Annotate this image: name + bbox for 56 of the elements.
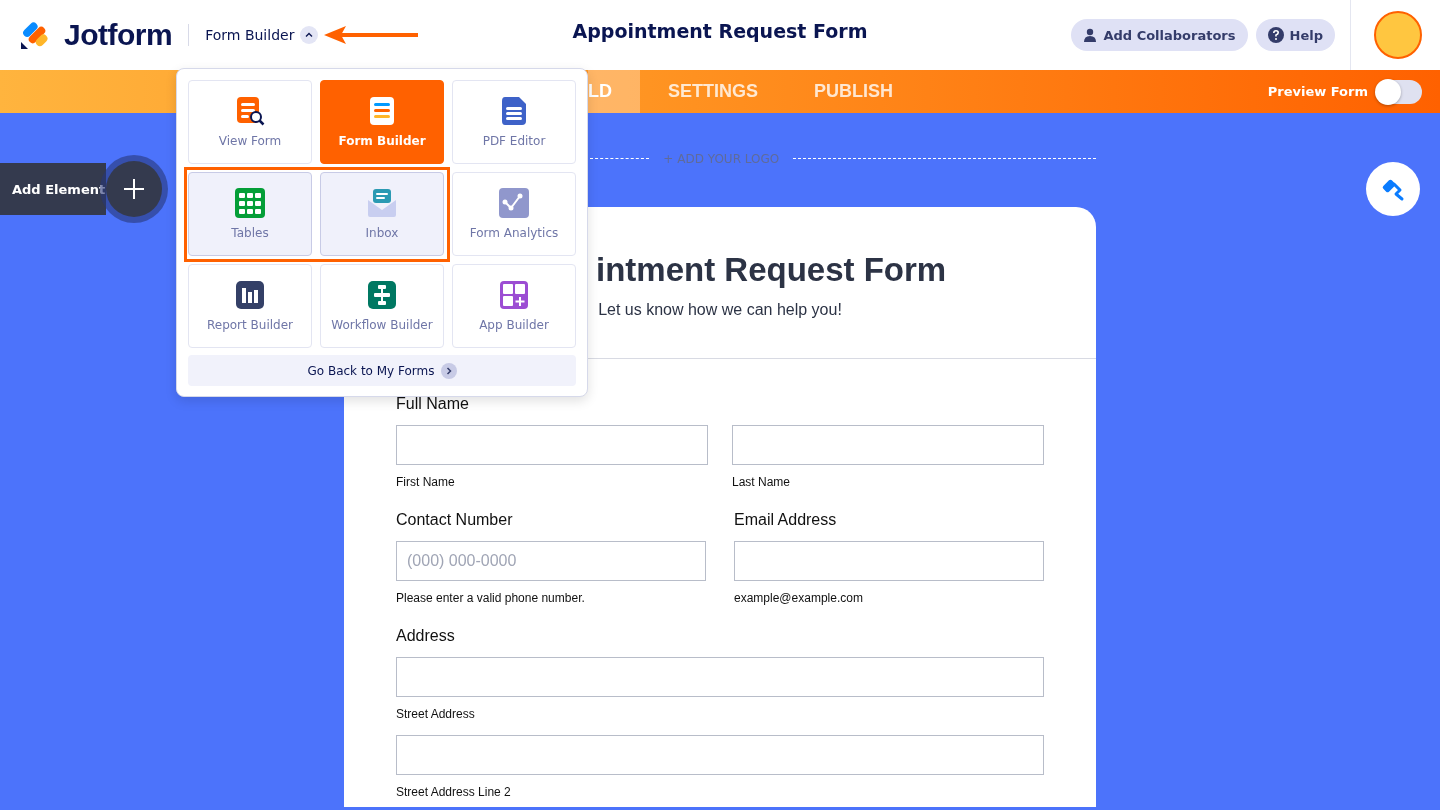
field-label: Address — [396, 627, 456, 645]
form-subheading: Let us know how we can help you! — [597, 301, 843, 319]
envelope-icon — [367, 188, 397, 218]
document-search-icon — [235, 96, 265, 126]
input-field[interactable] — [734, 541, 1044, 581]
app-tile[interactable]: Workflow Builder — [320, 264, 444, 348]
chevron-right-icon — [440, 362, 457, 379]
help-button[interactable]: Help — [1255, 19, 1335, 51]
input-field[interactable] — [396, 425, 708, 465]
apps-grid-icon — [499, 280, 529, 310]
app-tile[interactable]: Form Analytics — [452, 172, 576, 256]
app-tile[interactable]: Inbox — [320, 172, 444, 256]
add-element-button[interactable] — [106, 161, 162, 217]
flowchart-icon — [367, 280, 397, 310]
go-back-link[interactable]: Go Back to My Forms — [188, 355, 576, 386]
app-tile[interactable]: View Form — [188, 80, 312, 164]
input-field[interactable]: (000) 000-0000 — [396, 541, 706, 581]
app-tile[interactable]: App Builder — [452, 264, 576, 348]
plus-icon — [123, 178, 145, 200]
field-label: Full Name — [396, 395, 470, 413]
logo-text[interactable]: Jotform — [64, 18, 173, 52]
line-chart-icon — [499, 188, 529, 218]
app-switcher-label[interactable]: Form Builder — [205, 27, 295, 43]
form-designer-button[interactable] — [1366, 162, 1420, 216]
document-icon — [499, 96, 529, 126]
collaborators-button[interactable]: Add Collaborators — [1071, 19, 1248, 51]
field-sublabel: Please enter a valid phone number. — [396, 591, 586, 605]
preview-toggle[interactable] — [1376, 79, 1422, 104]
field-sublabel: example@example.com — [734, 591, 864, 605]
add-element-bar[interactable]: Add Element — [0, 163, 106, 215]
chevron-icon — [304, 30, 315, 40]
field-sublabel: Street Address — [396, 707, 476, 721]
field-sublabel: Last Name — [732, 475, 792, 489]
chevron-button[interactable] — [300, 26, 319, 44]
app-tile[interactable]: Form Builder — [320, 80, 444, 164]
add-element-label[interactable]: Add Element — [12, 181, 106, 197]
input-field[interactable] — [396, 735, 1044, 775]
input-field[interactable] — [396, 657, 1044, 697]
preview-label: Preview Form — [1267, 84, 1368, 99]
input-field[interactable] — [732, 425, 1044, 465]
app-tile[interactable]: PDF Editor — [452, 80, 576, 164]
form-title: Appointment Request Form — [572, 20, 868, 42]
field-sublabel: Street Address Line 2 — [396, 785, 512, 799]
bar-chart-icon — [235, 280, 265, 310]
field-label: Contact Number — [396, 511, 514, 529]
logo-icon — [20, 20, 50, 50]
app-tile[interactable]: Report Builder — [188, 264, 312, 348]
form-icon — [367, 96, 397, 126]
form-heading: intment Request Form — [595, 251, 948, 289]
table-grid-icon — [235, 188, 265, 218]
person-icon — [1083, 28, 1098, 42]
field-sublabel: First Name — [396, 475, 456, 489]
avatar[interactable] — [1374, 11, 1422, 59]
app-tile[interactable]: Tables — [188, 172, 312, 256]
help-icon — [1267, 27, 1284, 43]
field-label: Email Address — [734, 511, 838, 529]
